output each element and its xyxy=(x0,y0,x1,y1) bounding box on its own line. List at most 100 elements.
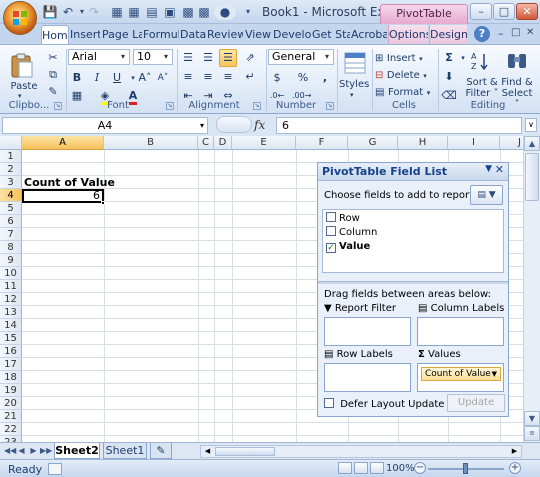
camera-icon[interactable]: ● xyxy=(214,4,236,20)
print-preview-icon[interactable]: ▦ xyxy=(109,4,125,20)
align-top-icon[interactable]: ☰ xyxy=(179,49,197,67)
checkbox[interactable] xyxy=(326,212,336,222)
row-header[interactable]: 15 xyxy=(0,332,22,345)
ribbon-minimize-icon[interactable]: – xyxy=(498,27,504,40)
ribbon-close-icon[interactable]: ✕ xyxy=(526,27,534,38)
row-header[interactable]: 20 xyxy=(0,397,22,410)
tab-home[interactable]: Home xyxy=(41,25,69,44)
customize-qat-icon[interactable]: ▾ xyxy=(240,4,256,20)
defer-layout-update[interactable]: Defer Layout Update xyxy=(324,398,444,410)
tab-insert[interactable]: Insert xyxy=(70,25,100,44)
scroll-left-icon[interactable]: ◀ xyxy=(201,446,214,457)
alignment-launcher[interactable]: ↘ xyxy=(253,102,261,110)
checkbox[interactable] xyxy=(324,398,334,408)
row-header[interactable]: 18 xyxy=(0,371,22,384)
styles-icon[interactable] xyxy=(343,51,367,75)
number-launcher[interactable]: ↘ xyxy=(326,102,334,110)
percent-button[interactable]: % xyxy=(294,69,312,87)
save-icon[interactable]: 💾 xyxy=(42,4,58,20)
macro-record-icon[interactable] xyxy=(48,463,62,475)
wrap-text-icon[interactable]: ↵ xyxy=(241,68,259,86)
formula-input[interactable]: 6 xyxy=(276,117,522,134)
styles-button[interactable]: Styles xyxy=(339,79,369,90)
italic-button[interactable]: I xyxy=(88,69,106,87)
cell-a4-active[interactable]: 6 xyxy=(22,189,104,203)
row-header[interactable]: 21 xyxy=(0,410,22,423)
report-filter-area[interactable] xyxy=(324,317,411,346)
row-header[interactable]: 5 xyxy=(0,202,22,215)
help-icon[interactable]: ? xyxy=(474,26,490,42)
paste-dropdown-icon[interactable]: ▾ xyxy=(18,92,22,100)
zoom-level[interactable]: 100% xyxy=(386,463,415,474)
copy-icon[interactable]: ⧉ xyxy=(44,66,62,84)
row-header[interactable]: 16 xyxy=(0,345,22,358)
horizontal-scroll-thumb[interactable] xyxy=(215,447,275,456)
name-box[interactable]: A4 ▾ xyxy=(2,117,208,134)
field-value[interactable]: ✓ Value xyxy=(326,240,370,253)
row-header[interactable]: 4 xyxy=(0,189,22,202)
insert-function-icon[interactable]: fx xyxy=(254,118,265,132)
binoculars-icon[interactable] xyxy=(506,50,528,72)
row-header[interactable]: 9 xyxy=(0,254,22,267)
last-sheet-icon[interactable]: ▶▶ xyxy=(40,445,52,457)
column-header-h[interactable]: H xyxy=(398,136,448,150)
tab-page-layout[interactable]: Page La xyxy=(102,25,142,44)
row-header[interactable]: 10 xyxy=(0,267,22,280)
sheet-tab-sheet1[interactable]: Sheet1 xyxy=(103,443,147,459)
maximize-button[interactable]: □ xyxy=(493,3,515,20)
insert-cells-button[interactable]: ⊞ Insert ▾ xyxy=(375,51,423,64)
comma-button[interactable]: , xyxy=(316,69,334,87)
paste-icon[interactable] xyxy=(10,53,34,79)
expand-formula-bar-icon[interactable]: ∨ xyxy=(525,118,537,132)
field-layout-button[interactable]: ▤ ▼ xyxy=(470,185,503,205)
vertical-scroll-thumb[interactable] xyxy=(525,153,539,201)
zoom-slider-thumb[interactable] xyxy=(463,463,468,474)
column-header-a[interactable]: A xyxy=(22,136,104,150)
tab-view[interactable]: View xyxy=(244,25,272,44)
vertical-scrollbar[interactable]: ▲ ▼ ≡ xyxy=(523,136,540,442)
font-name-select[interactable]: Arial ▾ xyxy=(68,49,130,65)
currency-button[interactable]: $ xyxy=(268,69,286,87)
column-labels-area[interactable] xyxy=(417,317,504,346)
clipboard-launcher[interactable]: ↘ xyxy=(54,102,62,110)
row-header[interactable]: 17 xyxy=(0,358,22,371)
redo-icon[interactable]: ↷ xyxy=(86,4,102,20)
row-header[interactable]: 12 xyxy=(0,293,22,306)
align-right-icon[interactable]: ≡ xyxy=(219,68,237,86)
scroll-right-icon[interactable]: ▶ xyxy=(508,446,521,457)
column-header-i[interactable]: I xyxy=(448,136,500,150)
row-header[interactable]: 7 xyxy=(0,228,22,241)
column-header-e[interactable]: E xyxy=(232,136,296,150)
number-format-select[interactable]: General ▾ xyxy=(268,49,334,65)
minimize-button[interactable]: – xyxy=(470,3,492,20)
checkbox[interactable] xyxy=(326,226,336,236)
next-sheet-icon[interactable]: ▶ xyxy=(28,445,39,457)
tab-acrobat[interactable]: Acrobat xyxy=(351,25,387,44)
row-header[interactable]: 11 xyxy=(0,280,22,293)
find-label[interactable]: Find & xyxy=(498,77,536,88)
field-row[interactable]: Row xyxy=(326,212,360,225)
page-break-view-icon[interactable] xyxy=(370,462,384,474)
fill-icon[interactable]: ⬇ xyxy=(440,68,458,86)
spelling-icon[interactable]: ▦ xyxy=(126,4,142,20)
format-cells-button[interactable]: ▤ Format ▾ xyxy=(375,85,430,98)
tab-developer[interactable]: Develop xyxy=(273,25,311,44)
format-painter-icon[interactable]: ✎ xyxy=(44,83,62,101)
row-header[interactable]: 14 xyxy=(0,319,22,332)
values-area[interactable]: Count of Value ▼ xyxy=(417,363,504,392)
select-all-corner[interactable] xyxy=(0,136,22,150)
tab-formulas[interactable]: Formul xyxy=(143,25,179,44)
values-field-chip[interactable]: Count of Value ▼ xyxy=(421,367,501,381)
bold-button[interactable]: B xyxy=(68,69,86,87)
row-header[interactable]: 13 xyxy=(0,306,22,319)
zoom-out-icon[interactable]: − xyxy=(414,462,426,474)
align-left-icon[interactable]: ≡ xyxy=(179,68,197,86)
column-header-c[interactable]: C xyxy=(198,136,214,150)
row-header[interactable]: 22 xyxy=(0,423,22,436)
grow-font-button[interactable]: A˄ xyxy=(136,69,154,87)
pane-options-icon[interactable]: ▼ xyxy=(485,164,492,174)
sort-label[interactable]: Sort & xyxy=(464,77,500,88)
previous-sheet-icon[interactable]: ◀ xyxy=(16,445,27,457)
update-button[interactable]: Update xyxy=(447,394,505,412)
paste-button[interactable]: Paste xyxy=(7,81,41,92)
